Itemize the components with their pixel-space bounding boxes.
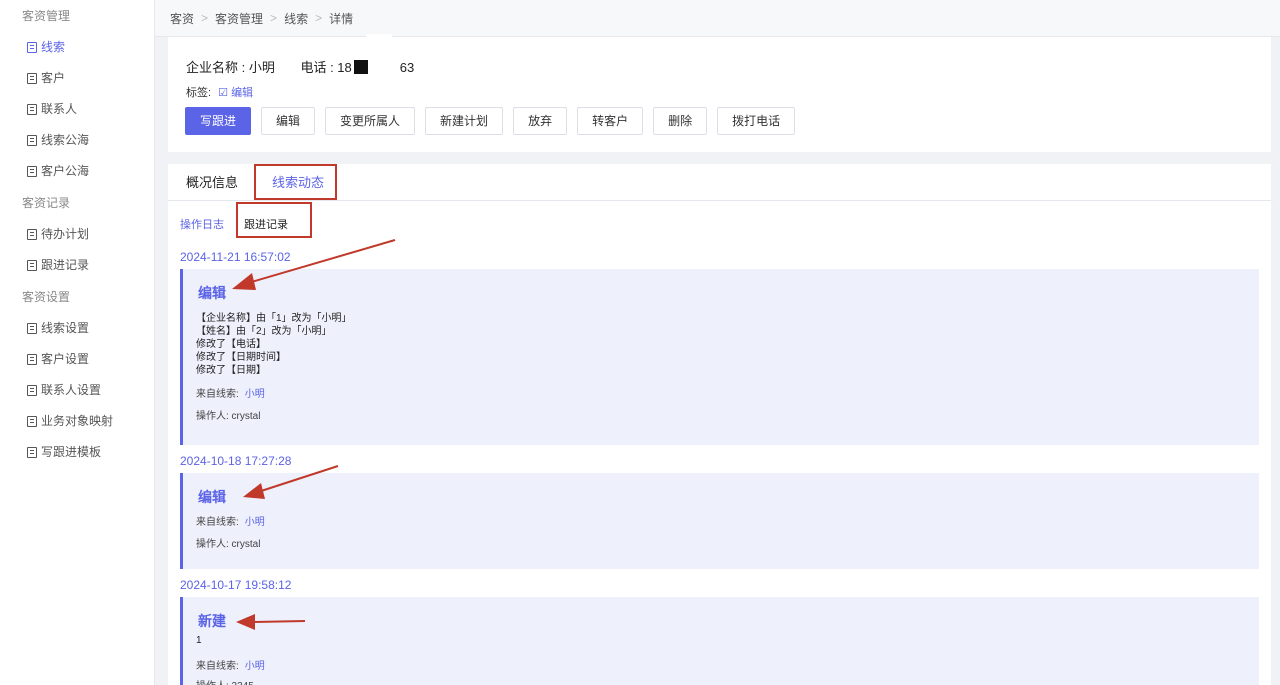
source-lead-link[interactable]: 小明 bbox=[245, 661, 265, 672]
document-icon bbox=[27, 229, 37, 240]
sidebar-item-contacts[interactable]: 联系人 bbox=[0, 94, 154, 125]
edit-button[interactable]: 编辑 bbox=[261, 107, 316, 135]
highlight-box bbox=[254, 164, 337, 200]
sidebar-item-object-mapping[interactable]: 业务对象映射 bbox=[0, 406, 154, 437]
breadcrumb-item[interactable]: 客资 bbox=[170, 10, 194, 27]
chevron-right-icon: > bbox=[270, 11, 278, 25]
new-plan-button[interactable]: 新建计划 bbox=[425, 107, 504, 135]
sidebar-item-label: 业务对象映射 bbox=[41, 414, 114, 428]
sidebar-item-label: 客户公海 bbox=[41, 164, 90, 178]
breadcrumb-item-current: 详情 bbox=[329, 11, 354, 26]
sidebar-item-label: 跟进记录 bbox=[41, 258, 90, 272]
convert-customer-button[interactable]: 转客户 bbox=[577, 107, 644, 135]
change-line: 修改了【日期】 bbox=[196, 365, 266, 376]
activity-type: 编辑 bbox=[198, 285, 226, 301]
breadcrumb-item[interactable]: 线索 bbox=[284, 10, 308, 27]
highlight-box bbox=[236, 202, 312, 238]
activity-type: 编辑 bbox=[198, 489, 226, 505]
activity-card: 编辑 来自线索: 小明 操作人: crystal bbox=[180, 473, 1259, 569]
activity-card: 编辑 【企业名称】由「1」改为「小明」 【姓名】由「2」改为「小明」 修改了【电… bbox=[180, 269, 1259, 445]
breadcrumb: 客资 > 客资管理 > 线索 > 详情 bbox=[155, 0, 1280, 37]
abandon-button[interactable]: 放弃 bbox=[513, 107, 568, 135]
document-icon bbox=[27, 166, 37, 177]
sidebar-item-contact-settings[interactable]: 联系人设置 bbox=[0, 375, 154, 406]
activity-type: 新建 bbox=[198, 613, 226, 629]
edit-icon: ☑ bbox=[218, 87, 228, 99]
operator-row: 操作人: 3345 bbox=[196, 677, 254, 685]
activity-card: 新建 1 来自线索:小明 操作人: 3345 bbox=[180, 597, 1259, 685]
sidebar-item-label: 客户 bbox=[41, 71, 66, 85]
sidebar-item-followup-templates[interactable]: 写跟进模板 bbox=[0, 437, 154, 468]
sidebar-item-label: 线索 bbox=[41, 40, 66, 54]
tag-edit-link[interactable]: ☑ 编辑 bbox=[218, 87, 253, 99]
document-icon bbox=[27, 447, 37, 458]
tag-row: 标签: ☑ 编辑 bbox=[186, 84, 253, 100]
document-icon bbox=[27, 42, 37, 53]
sidebar: 客资管理 线索 客户 联系人 线索公海 客户公海 客资记录 待办计划 跟进记录 … bbox=[0, 0, 155, 685]
sidebar-item-lead-pool[interactable]: 线索公海 bbox=[0, 125, 154, 156]
breadcrumb-item[interactable]: 客资管理 bbox=[215, 10, 263, 27]
entry-timestamp: 2024-11-21 16:57:02 bbox=[180, 250, 291, 264]
delete-button[interactable]: 删除 bbox=[653, 107, 708, 135]
sidebar-item-todo-plans[interactable]: 待办计划 bbox=[0, 219, 154, 250]
sidebar-item-customer-pool[interactable]: 客户公海 bbox=[0, 156, 154, 187]
sidebar-group-title: 客资记录 bbox=[22, 196, 71, 210]
lead-header-panel: 企业名称 : 小明 电话 : 18 63 标签: ☑ 编辑 写跟进 编辑 变更所属… bbox=[168, 37, 1271, 152]
document-icon bbox=[27, 73, 37, 84]
tag-label: 标签: bbox=[186, 87, 212, 99]
sidebar-item-leads[interactable]: 线索 bbox=[0, 32, 154, 63]
sidebar-item-customers[interactable]: 客户 bbox=[0, 63, 154, 94]
sidebar-item-lead-settings[interactable]: 线索设置 bbox=[0, 313, 154, 344]
operator-row: 操作人: crystal bbox=[196, 411, 261, 422]
document-icon bbox=[27, 135, 37, 146]
lead-detail-panel: 概况信息 线索动态 操作日志 跟进记录 2024-11-21 16:57:02 … bbox=[168, 164, 1271, 685]
redacted-block bbox=[353, 60, 368, 74]
chevron-right-icon: > bbox=[315, 11, 323, 25]
sidebar-item-label: 写跟进模板 bbox=[41, 445, 102, 459]
operator-row: 操作人: crystal bbox=[196, 539, 261, 550]
sidebar-group-title: 客资设置 bbox=[22, 290, 71, 304]
sidebar-item-customer-settings[interactable]: 客户设置 bbox=[0, 344, 154, 375]
sidebar-item-followups[interactable]: 跟进记录 bbox=[0, 250, 154, 281]
change-owner-button[interactable]: 变更所属人 bbox=[325, 107, 416, 135]
sidebar-item-label: 联系人 bbox=[41, 102, 78, 116]
source-row: 来自线索: 小明 bbox=[196, 517, 265, 528]
document-icon bbox=[27, 104, 37, 115]
company-name: 企业名称 : 小明 bbox=[186, 60, 275, 75]
tab-overview[interactable]: 概况信息 bbox=[186, 164, 238, 201]
write-followup-button[interactable]: 写跟进 bbox=[185, 107, 252, 135]
sidebar-item-label: 线索设置 bbox=[41, 321, 90, 335]
sidebar-item-label: 客户设置 bbox=[41, 352, 90, 366]
document-icon bbox=[27, 416, 37, 427]
entry-timestamp: 2024-10-18 17:27:28 bbox=[180, 454, 292, 468]
source-lead-link[interactable]: 小明 bbox=[245, 389, 265, 400]
sidebar-item-label: 线索公海 bbox=[41, 133, 90, 147]
lead-title: 企业名称 : 小明 电话 : 18 63 bbox=[186, 57, 414, 76]
source-lead-link[interactable]: 小明 bbox=[245, 517, 265, 528]
subtab-operation-log[interactable]: 操作日志 bbox=[180, 216, 224, 232]
detail-tabs: 概况信息 线索动态 bbox=[168, 164, 1271, 201]
chevron-right-icon: > bbox=[201, 11, 209, 25]
call-phone-button[interactable]: 拨打电话 bbox=[717, 107, 796, 135]
document-icon bbox=[27, 323, 37, 334]
change-line: 1 bbox=[196, 635, 202, 646]
phone-number: 电话 : 18 63 bbox=[300, 60, 415, 75]
entry-timestamp: 2024-10-17 19:58:12 bbox=[180, 578, 292, 592]
action-buttons: 写跟进 编辑 变更所属人 新建计划 放弃 转客户 删除 拨打电话 bbox=[185, 107, 805, 135]
source-row: 来自线索: 小明 bbox=[196, 661, 265, 672]
document-icon bbox=[27, 354, 37, 365]
document-icon bbox=[27, 385, 37, 396]
sidebar-group-title: 客资管理 bbox=[22, 9, 71, 23]
source-row: 来自线索: 小明 bbox=[196, 389, 265, 400]
sidebar-item-label: 联系人设置 bbox=[41, 383, 102, 397]
sidebar-item-label: 待办计划 bbox=[41, 227, 90, 241]
document-icon bbox=[27, 260, 37, 271]
